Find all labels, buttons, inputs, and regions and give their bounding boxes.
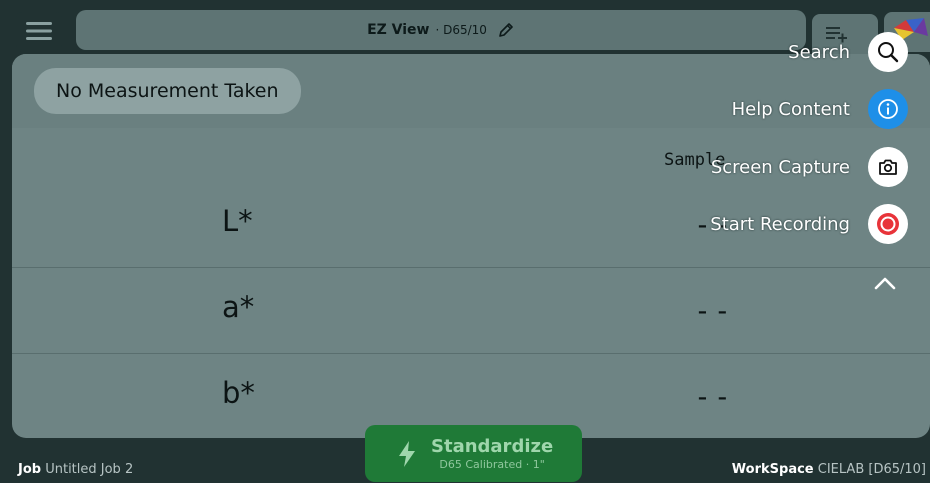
measurement-status-badge: No Measurement Taken [34,68,301,114]
quick-menu-label: Start Recording [710,213,850,235]
lightning-icon [397,440,417,468]
collapse-menu-button[interactable] [870,270,900,296]
record-icon[interactable] [868,204,908,244]
job-status[interactable]: Job Untitled Job 2 [18,462,133,477]
job-label: Job [18,462,42,477]
hamburger-icon [26,22,52,40]
table-row: a* -- [12,268,930,354]
quick-menu-label: Screen Capture [710,156,850,178]
quick-menu-help[interactable]: Help Content [732,89,908,129]
quick-menu-label: Help Content [731,98,850,120]
row-label: b* [222,376,255,410]
view-illuminant: · D65/10 [435,23,487,37]
standardize-button[interactable]: Standardize D65 Calibrated · 1" [365,425,582,482]
info-icon[interactable] [868,89,908,129]
workspace-label: WorkSpace [731,462,814,477]
quick-menu-search[interactable]: Search [788,32,908,72]
search-icon[interactable] [868,32,908,72]
quick-menu-label: Search [788,41,850,63]
camera-icon[interactable] [868,147,908,187]
quick-menu-start-recording[interactable]: Start Recording [710,204,908,244]
job-name: Untitled Job 2 [45,462,134,477]
row-label: a* [222,290,255,324]
standardize-sublabel: D65 Calibrated · 1" [439,458,545,471]
title-bar[interactable]: EZ View · D65/10 [76,10,806,50]
view-title: EZ View [367,22,430,38]
row-value: -- [694,294,734,327]
menu-button[interactable] [16,12,62,50]
pencil-icon[interactable] [497,21,515,39]
workspace-name: CIELAB [D65/10] [817,462,926,477]
row-value: -- [694,380,734,413]
row-label: L* [222,204,253,238]
standardize-label: Standardize [431,436,554,457]
chevron-up-icon [874,277,896,290]
workspace-status[interactable]: WorkSpace CIELAB [D65/10] [732,462,926,477]
quick-menu-screen-capture[interactable]: Screen Capture [711,147,908,187]
